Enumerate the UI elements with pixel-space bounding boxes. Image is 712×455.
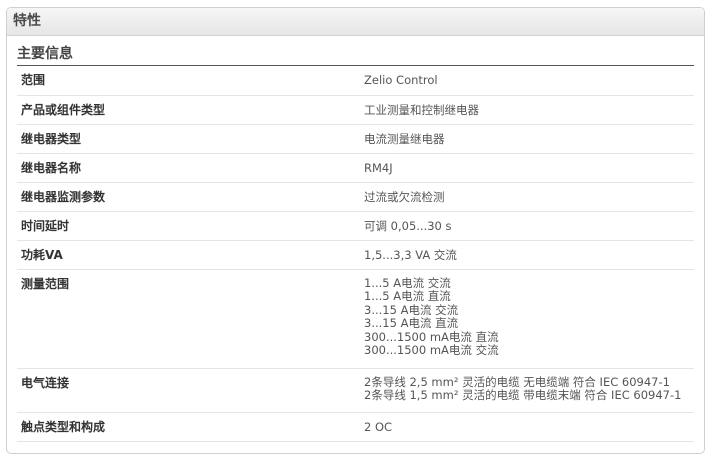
- table-row: 产品或组件类型 工业测量和控制继电器: [17, 95, 694, 125]
- row-label: 测量范围: [21, 276, 70, 291]
- row-value-list: 2条导线 2,5 mm² 灵活的电缆 无电缆端 符合 IEC 60947-1 2…: [364, 369, 694, 403]
- row-value: 1,5...3,3 VA 交流: [364, 247, 457, 262]
- table-row: 时间延时 可调 0,05...30 s: [17, 211, 694, 241]
- row-label: 继电器类型: [21, 131, 82, 146]
- row-value-line: 3...15 A电流 直流: [364, 316, 459, 330]
- row-value: 2 OC: [364, 419, 393, 434]
- table-row: 电气连接 2条导线 2,5 mm² 灵活的电缆 无电缆端 符合 IEC 6094…: [17, 368, 694, 413]
- row-label: 产品或组件类型: [21, 102, 106, 117]
- row-value: 可调 0,05...30 s: [364, 218, 452, 233]
- table-row: 功耗VA 1,5...3,3 VA 交流: [17, 240, 694, 270]
- table-row: 继电器名称 RM4J: [17, 153, 694, 183]
- row-label: 范围: [21, 73, 46, 87]
- table-row: 继电器监测参数 过流或欠流检测: [17, 182, 694, 212]
- row-value-list: 1...5 A电流 交流 1...5 A电流 直流 3...15 A电流 交流 …: [364, 270, 694, 358]
- table-row: 触点类型和构成 2 OC: [17, 412, 694, 442]
- row-value-line: 3...15 A电流 交流: [364, 302, 459, 317]
- row-label: 电气连接: [21, 375, 70, 390]
- row-value-line: 1...5 A电流 直流: [364, 289, 451, 303]
- row-label: 功耗VA: [21, 247, 63, 262]
- row-value-line: 300...1500 mA电流 交流: [364, 343, 499, 357]
- row-value-line: 300...1500 mA电流 直流: [364, 329, 499, 344]
- section-title: 主要信息: [17, 45, 694, 66]
- panel-title: 特性: [7, 8, 704, 36]
- row-value: 工业测量和控制继电器: [364, 102, 479, 117]
- row-value-line: 1...5 A电流 交流: [364, 275, 451, 290]
- row-value: 过流或欠流检测: [364, 189, 445, 204]
- row-label: 触点类型和构成: [21, 419, 106, 434]
- row-value: 电流测量继电器: [364, 131, 445, 146]
- table-row: 测量范围 1...5 A电流 交流 1...5 A电流 直流 3...15 A电…: [17, 269, 694, 369]
- table-row: 范围 Zelio Control: [17, 66, 694, 96]
- row-label: 继电器名称: [21, 160, 82, 175]
- row-value-line: 2条导线 1,5 mm² 灵活的电缆 带电缆末端 符合 IEC 60947-1: [364, 388, 682, 402]
- row-label: 时间延时: [21, 218, 70, 233]
- table-row: 继电器类型 电流测量继电器: [17, 124, 694, 154]
- row-value: RM4J: [364, 160, 393, 175]
- properties-table: 范围 Zelio Control 产品或组件类型 工业测量和控制继电器 继电器类…: [17, 66, 694, 442]
- row-label: 继电器监测参数: [21, 189, 106, 204]
- row-value: Zelio Control: [364, 73, 438, 87]
- row-value-line: 2条导线 2,5 mm² 灵活的电缆 无电缆端 符合 IEC 60947-1: [364, 374, 670, 389]
- characteristics-panel: 特性 主要信息 范围 Zelio Control 产品或组件类型 工业测量和控制…: [6, 7, 705, 454]
